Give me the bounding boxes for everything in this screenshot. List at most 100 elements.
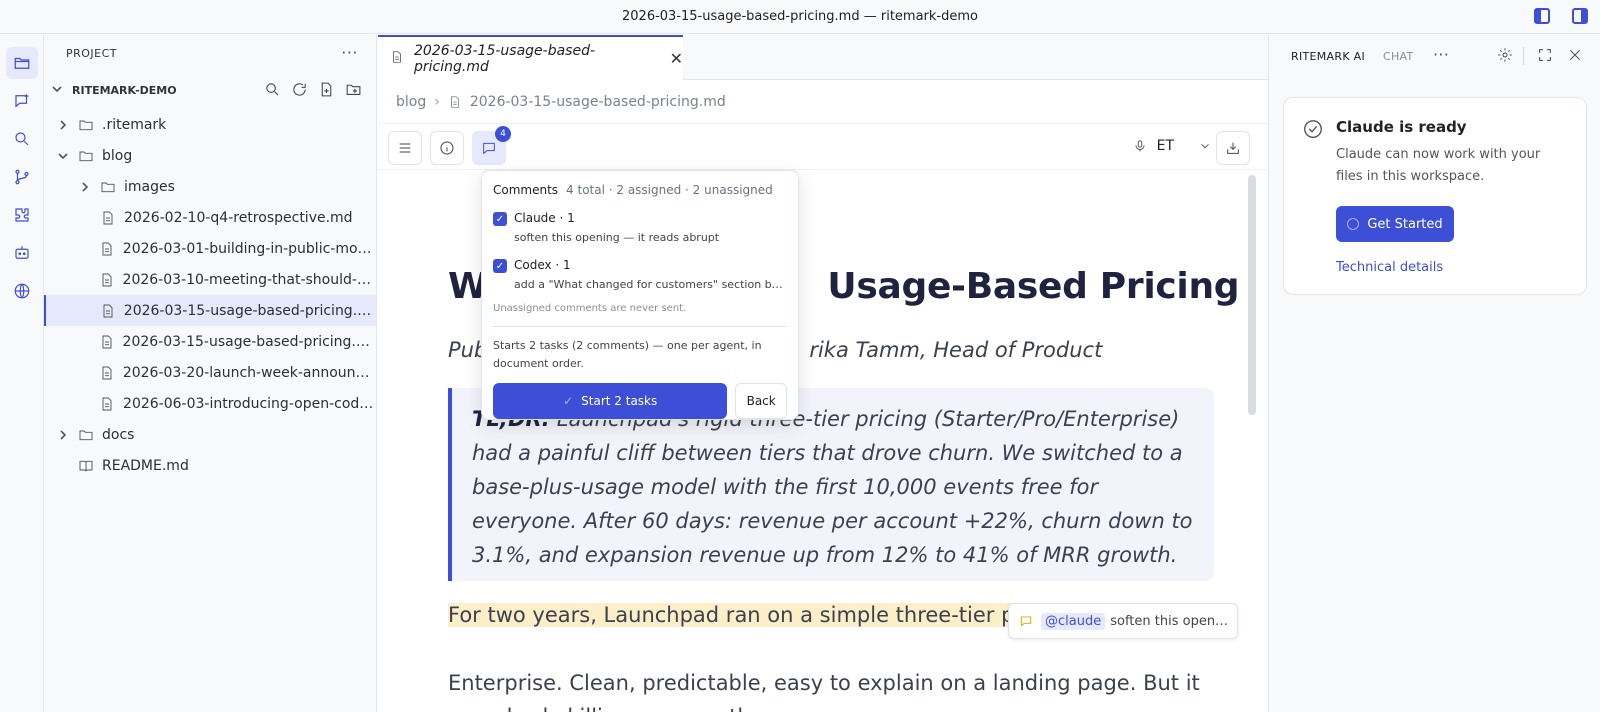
maximize-icon[interactable] — [1537, 47, 1553, 66]
refresh-icon[interactable] — [291, 81, 308, 98]
file-icon — [99, 365, 115, 381]
back-button[interactable]: Back — [735, 383, 787, 419]
circle-icon — [1347, 218, 1360, 230]
inline-comment[interactable]: @claude soften this open… — [1008, 603, 1238, 639]
tree-file[interactable]: README.md — [44, 450, 376, 481]
start-tasks-label: Start 2 tasks — [581, 394, 658, 408]
tree-file[interactable]: 2026-03-15-usage-based-pricing.md — [44, 295, 376, 326]
breadcrumb-folder[interactable]: blog — [396, 94, 426, 110]
download-icon — [1227, 142, 1239, 154]
workspace-root[interactable]: RITEMARK-DEMO — [44, 71, 376, 109]
search-icon[interactable] — [264, 81, 281, 98]
agent-codex[interactable]: ✓ Codex · 1 add a "What changed for cust… — [493, 258, 787, 291]
tab-ritemark-ai[interactable]: RITEMARK AI — [1291, 50, 1365, 63]
chevron-down-icon[interactable] — [56, 151, 70, 161]
claude-checkbox[interactable]: ✓ — [493, 212, 507, 226]
search-icon[interactable] — [6, 123, 38, 155]
tree-file[interactable]: 2026-06-03-introducing-open-code.md — [44, 388, 376, 419]
workspace-name: RITEMARK-DEMO — [72, 83, 177, 97]
file-icon — [99, 334, 115, 350]
extensions-icon[interactable] — [6, 199, 38, 231]
get-started-label: Get Started — [1367, 216, 1443, 232]
check-circle-icon — [1302, 118, 1324, 144]
chevron-right-icon[interactable] — [56, 429, 70, 440]
tree-file[interactable]: 2026-03-15-usage-based-pricing.md.b… — [44, 326, 376, 357]
more-actions-icon[interactable]: ··· — [341, 43, 358, 62]
tree-item-label: 2026-03-10-meeting-that-should-have… — [122, 271, 376, 288]
folder-icon — [78, 117, 94, 133]
book-icon — [78, 458, 94, 474]
tree-folder[interactable]: .ritemark — [44, 109, 376, 140]
header-divider — [1523, 47, 1524, 65]
tab-bar: 2026-03-15-usage-based-pricing.md ✕ — [378, 35, 1268, 80]
tree-file[interactable]: 2026-03-20-launch-week-announcem… — [44, 357, 376, 388]
get-started-button[interactable]: Get Started — [1336, 206, 1454, 242]
chevron-right-icon: › — [434, 93, 440, 110]
language-code: ET — [1156, 138, 1174, 154]
technical-details-link[interactable]: Technical details — [1336, 260, 1568, 275]
tldr-text: Launchpad's rigid three-tier pricing (St… — [472, 407, 1193, 567]
dictation-language[interactable]: ET — [1133, 138, 1212, 154]
unassigned-note: Unassigned comments are never sent. — [493, 303, 787, 327]
tree-file[interactable]: 2026-02-10-q4-retrospective.md — [44, 202, 376, 233]
folder-icon — [78, 148, 94, 164]
file-icon — [100, 210, 116, 226]
file-icon — [450, 95, 459, 108]
paragraph-rest: Enterprise. Clean, predictable, easy to … — [448, 671, 1200, 712]
agent-name: Claude · 1 — [514, 211, 575, 225]
tree-file[interactable]: 2026-03-01-building-in-public-month-… — [44, 233, 376, 264]
tree-item-label: 2026-03-15-usage-based-pricing.md — [123, 302, 376, 319]
tree-item-label: 2026-03-20-launch-week-announcem… — [122, 364, 376, 381]
agent-claude[interactable]: ✓ Claude · 1 soften this opening — it re… — [493, 211, 787, 244]
info-button[interactable] — [430, 131, 464, 165]
gear-icon[interactable] — [1497, 47, 1513, 66]
explorer-icon[interactable] — [6, 47, 38, 79]
claude-ready-card: Claude is ready Claude can now work with… — [1283, 97, 1587, 295]
new-folder-icon[interactable] — [345, 81, 362, 98]
chat-icon[interactable] — [6, 85, 38, 117]
chevron-right-icon[interactable] — [56, 119, 70, 130]
tab-active-file[interactable]: 2026-03-15-usage-based-pricing.md ✕ — [378, 35, 683, 80]
start-tasks-button[interactable]: ✓ Start 2 tasks — [493, 383, 728, 419]
folder-icon — [78, 427, 94, 443]
info-icon — [440, 141, 454, 155]
more-actions-icon[interactable]: ··· — [1433, 45, 1449, 64]
tree-file[interactable]: 2026-03-10-meeting-that-should-have… — [44, 264, 376, 295]
file-tree: .ritemark blog images 2026-02-10-q4-retrosp… — [44, 109, 376, 481]
tree-folder[interactable]: images — [44, 171, 376, 202]
menu-icon — [399, 143, 411, 153]
close-tab-icon[interactable]: ✕ — [670, 49, 683, 68]
comment-text: soften this open… — [1110, 613, 1229, 629]
tab-chat[interactable]: CHAT — [1383, 50, 1414, 63]
tree-item-label: README.md — [102, 457, 189, 474]
editor-scrollbar[interactable] — [1248, 175, 1256, 415]
export-button[interactable] — [1216, 131, 1250, 165]
card-body: Claude can now work with your files in t… — [1336, 147, 1541, 184]
file-icon — [99, 396, 115, 412]
tree-folder[interactable]: blog — [44, 140, 376, 171]
tree-item-label: 2026-03-01-building-in-public-month-… — [122, 240, 376, 257]
comments-button[interactable]: 4 — [472, 126, 511, 165]
file-icon — [99, 272, 115, 288]
toggle-left-sidebar-icon[interactable] — [1534, 8, 1550, 24]
codex-checkbox[interactable]: ✓ — [493, 259, 507, 273]
file-icon — [99, 241, 115, 257]
breadcrumb-file[interactable]: 2026-03-15-usage-based-pricing.md — [470, 94, 726, 110]
close-icon[interactable] — [1567, 47, 1583, 66]
agent-name: Codex · 1 — [514, 258, 571, 272]
explorer-header: PROJECT ··· — [44, 35, 376, 71]
source-control-icon[interactable] — [6, 161, 38, 193]
globe-icon[interactable] — [6, 275, 38, 307]
bot-icon[interactable] — [6, 237, 38, 269]
comment-icon — [483, 142, 495, 155]
activity-bar — [0, 35, 44, 712]
new-file-icon[interactable] — [318, 81, 335, 98]
tree-item-label: 2026-02-10-q4-retrospective.md — [124, 209, 353, 226]
tree-folder[interactable]: docs — [44, 419, 376, 450]
chevron-right-icon[interactable] — [78, 181, 92, 192]
tasks-description: Starts 2 tasks (2 comments) — one per ag… — [493, 339, 762, 370]
tree-item-label: blog — [102, 147, 133, 164]
toggle-right-sidebar-icon[interactable] — [1572, 8, 1588, 24]
outline-button[interactable] — [388, 131, 422, 165]
tab-label: 2026-03-15-usage-based-pricing.md — [414, 42, 596, 75]
